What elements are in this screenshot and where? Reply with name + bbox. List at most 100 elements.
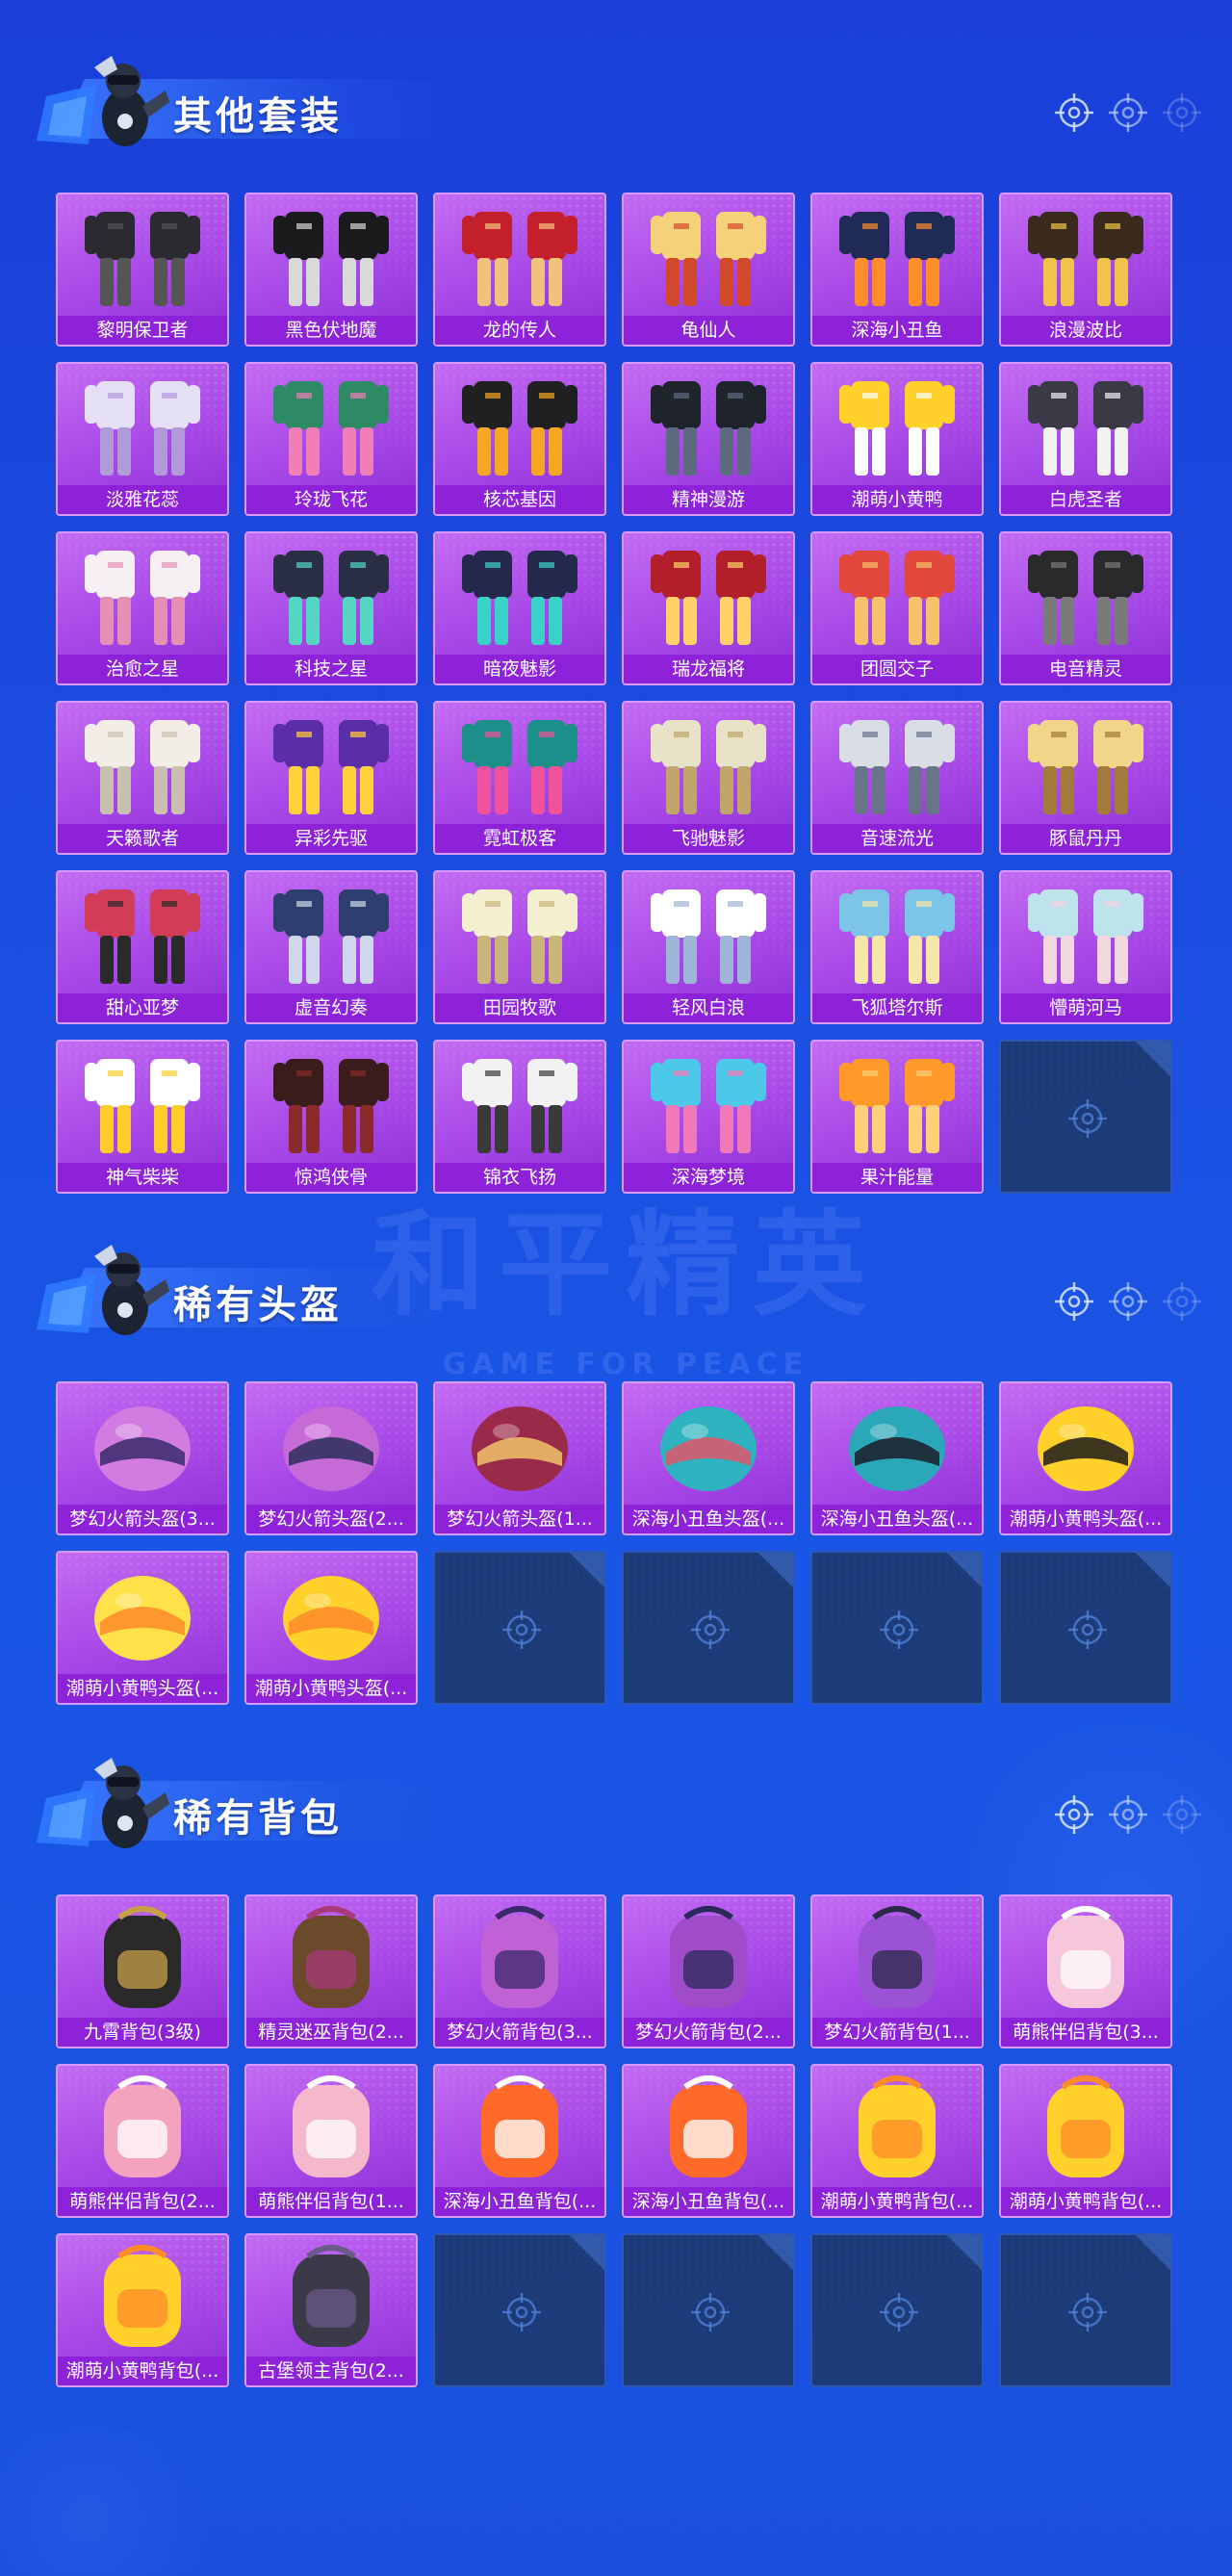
item-image xyxy=(624,364,793,487)
empty-slot xyxy=(622,2233,795,2387)
crosshair-icon xyxy=(1107,1793,1149,1836)
item-label: 古堡领主背包(2... xyxy=(246,2357,416,2385)
item-label: 九霄背包(3级) xyxy=(58,2018,227,2047)
item-label: 浪漫波比 xyxy=(1001,316,1170,345)
item-card[interactable]: 龟仙人 xyxy=(622,193,795,347)
slot-corner xyxy=(1136,1042,1170,1076)
crosshair-icon xyxy=(1053,91,1095,134)
item-card[interactable]: 潮萌小黄鸭头盔(... xyxy=(244,1551,418,1705)
item-card[interactable]: 黎明保卫者 xyxy=(56,193,229,347)
item-card[interactable]: 萌熊伴侣背包(1... xyxy=(244,2064,418,2218)
item-card[interactable]: 萌熊伴侣背包(3... xyxy=(999,1894,1172,2048)
item-card[interactable]: 深海小丑鱼背包(... xyxy=(622,2064,795,2218)
item-image xyxy=(58,1896,227,2020)
item-card[interactable]: 梦幻火箭头盔(1... xyxy=(433,1381,606,1535)
item-image xyxy=(58,1042,227,1165)
item-card[interactable]: 梦幻火箭背包(2... xyxy=(622,1894,795,2048)
item-label: 深海小丑鱼头盔(... xyxy=(812,1505,982,1533)
item-card[interactable]: 瑞龙福将 xyxy=(622,531,795,685)
item-card[interactable]: 暗夜魅影 xyxy=(433,531,606,685)
item-image xyxy=(1001,194,1170,318)
item-card[interactable]: 潮萌小黄鸭背包(... xyxy=(810,2064,984,2218)
item-card[interactable]: 深海梦境 xyxy=(622,1040,795,1194)
item-image xyxy=(435,872,604,995)
item-card[interactable]: 玲珑飞花 xyxy=(244,362,418,516)
item-card[interactable]: 治愈之星 xyxy=(56,531,229,685)
item-image xyxy=(435,1896,604,2020)
item-image xyxy=(58,1383,227,1507)
item-card[interactable]: 甜心亚梦 xyxy=(56,870,229,1024)
item-card[interactable]: 锦衣飞扬 xyxy=(433,1040,606,1194)
crosshair-icon xyxy=(500,1609,543,1651)
item-card[interactable]: 潮萌小黄鸭头盔(... xyxy=(56,1551,229,1705)
item-card[interactable]: 飞驰魅影 xyxy=(622,701,795,855)
item-card[interactable]: 精神漫游 xyxy=(622,362,795,516)
item-label: 暗夜魅影 xyxy=(435,655,604,683)
item-card[interactable]: 核芯基因 xyxy=(433,362,606,516)
crosshair-icon xyxy=(878,1609,920,1651)
empty-slot xyxy=(433,1551,606,1705)
item-card[interactable]: 豚鼠丹丹 xyxy=(999,701,1172,855)
crosshair-icon xyxy=(1066,1097,1109,1140)
empty-slot xyxy=(999,2233,1172,2387)
item-card[interactable]: 梦幻火箭背包(3... xyxy=(433,1894,606,2048)
crosshair-icon xyxy=(500,2291,543,2333)
crosshair-icon xyxy=(1107,1280,1149,1323)
item-image xyxy=(624,703,793,826)
item-card[interactable]: 电音精灵 xyxy=(999,531,1172,685)
item-card[interactable]: 惊鸿侠骨 xyxy=(244,1040,418,1194)
item-card[interactable]: 白虎圣者 xyxy=(999,362,1172,516)
item-card[interactable]: 深海小丑鱼头盔(... xyxy=(622,1381,795,1535)
item-label: 团圆交子 xyxy=(812,655,982,683)
item-label: 深海小丑鱼 xyxy=(812,316,982,345)
item-label: 音速流光 xyxy=(812,824,982,853)
item-card[interactable]: 异彩先驱 xyxy=(244,701,418,855)
item-label: 飞驰魅影 xyxy=(624,824,793,853)
item-card[interactable]: 精灵迷巫背包(2... xyxy=(244,1894,418,2048)
item-card[interactable]: 萌熊伴侣背包(2... xyxy=(56,2064,229,2218)
item-card[interactable]: 懵萌河马 xyxy=(999,870,1172,1024)
item-card[interactable]: 团圆交子 xyxy=(810,531,984,685)
item-card[interactable]: 果汁能量 xyxy=(810,1040,984,1194)
item-card[interactable]: 轻风白浪 xyxy=(622,870,795,1024)
item-card[interactable]: 潮萌小黄鸭背包(... xyxy=(56,2233,229,2387)
item-card[interactable]: 音速流光 xyxy=(810,701,984,855)
item-card[interactable]: 霓虹极客 xyxy=(433,701,606,855)
item-card[interactable]: 浪漫波比 xyxy=(999,193,1172,347)
item-card[interactable]: 梦幻火箭头盔(2... xyxy=(244,1381,418,1535)
item-label: 果汁能量 xyxy=(812,1163,982,1192)
item-card[interactable]: 梦幻火箭头盔(3... xyxy=(56,1381,229,1535)
item-image xyxy=(624,1383,793,1507)
item-label: 虚音幻奏 xyxy=(246,993,416,1022)
item-label: 神气柴柴 xyxy=(58,1163,227,1192)
item-card[interactable]: 龙的传人 xyxy=(433,193,606,347)
empty-slot xyxy=(622,1551,795,1705)
item-card[interactable]: 深海小丑鱼 xyxy=(810,193,984,347)
item-card[interactable]: 潮萌小黄鸭背包(... xyxy=(999,2064,1172,2218)
item-card[interactable]: 九霄背包(3级) xyxy=(56,1894,229,2048)
slot-corner xyxy=(758,1553,793,1587)
item-card[interactable]: 潮萌小黄鸭头盔(... xyxy=(999,1381,1172,1535)
item-image xyxy=(812,1042,982,1165)
item-card[interactable]: 黑色伏地魔 xyxy=(244,193,418,347)
item-card[interactable]: 梦幻火箭背包(1... xyxy=(810,1894,984,2048)
item-card[interactable]: 虚音幻奏 xyxy=(244,870,418,1024)
item-card[interactable]: 古堡领主背包(2... xyxy=(244,2233,418,2387)
item-card[interactable]: 深海小丑鱼背包(... xyxy=(433,2064,606,2218)
item-card[interactable]: 神气柴柴 xyxy=(56,1040,229,1194)
item-label: 异彩先驱 xyxy=(246,824,416,853)
item-card[interactable]: 科技之星 xyxy=(244,531,418,685)
item-card[interactable]: 飞狐塔尔斯 xyxy=(810,870,984,1024)
item-label: 瑞龙福将 xyxy=(624,655,793,683)
item-card[interactable]: 田园牧歌 xyxy=(433,870,606,1024)
section-header: 稀有背包 xyxy=(29,1750,1203,1856)
item-grid: 梦幻火箭头盔(3... 梦幻火箭头盔(2... 梦幻火箭头盔(1... 深海小丑鱼头盔… xyxy=(56,1381,1172,1705)
item-card[interactable]: 深海小丑鱼头盔(... xyxy=(810,1381,984,1535)
item-card[interactable]: 天籁歌者 xyxy=(56,701,229,855)
item-card[interactable]: 潮萌小黄鸭 xyxy=(810,362,984,516)
crosshair-icon xyxy=(689,1609,732,1651)
item-image xyxy=(58,533,227,657)
item-card[interactable]: 淡雅花蕊 xyxy=(56,362,229,516)
slot-corner xyxy=(1136,2235,1170,2270)
item-label: 潮萌小黄鸭头盔(... xyxy=(58,1674,227,1703)
